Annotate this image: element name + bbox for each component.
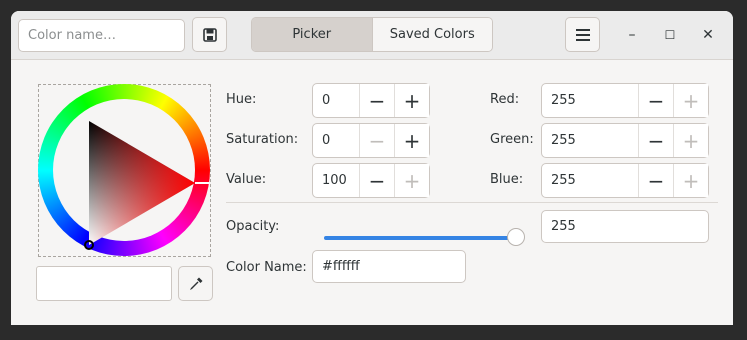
red-spinbutton[interactable]: 255 − +	[541, 83, 709, 118]
value-label: Value:	[226, 172, 267, 187]
color-name-search-input[interactable]: Color name…	[18, 19, 185, 52]
green-value[interactable]: 255	[542, 124, 638, 157]
eyedropper-button[interactable]	[178, 266, 213, 301]
red-value[interactable]: 255	[542, 84, 638, 117]
blue-label: Blue:	[490, 172, 524, 187]
close-icon: ✕	[702, 27, 714, 43]
green-label: Green:	[490, 132, 534, 147]
close-button[interactable]: ✕	[698, 25, 718, 45]
opacity-slider-track[interactable]	[324, 236, 519, 240]
hamburger-menu-icon	[575, 28, 590, 41]
header-bar: Color name… Picker Saved Colors – ☐ ✕	[11, 11, 733, 60]
minimize-button[interactable]: –	[622, 25, 642, 45]
saturation-decrement-button[interactable]: −	[359, 124, 394, 157]
value-increment-button[interactable]: +	[394, 164, 429, 197]
maximize-button[interactable]: ☐	[660, 25, 680, 45]
saturation-label: Saturation:	[226, 132, 299, 147]
hue-label: Hue:	[226, 92, 257, 107]
color-picker-window: Color name… Picker Saved Colors – ☐ ✕ Hu…	[11, 11, 733, 325]
value-spinbutton[interactable]: 100 − +	[312, 163, 430, 198]
blue-value[interactable]: 255	[542, 164, 638, 197]
tab-saved-colors[interactable]: Saved Colors	[372, 18, 492, 51]
eyedropper-icon	[189, 277, 202, 290]
tab-picker[interactable]: Picker	[252, 18, 373, 51]
green-spinbutton[interactable]: 255 − +	[541, 123, 709, 158]
red-label: Red:	[490, 92, 520, 107]
save-button[interactable]	[192, 17, 227, 52]
color-wheel[interactable]	[37, 83, 212, 258]
color-name-field[interactable]: #ffffff	[312, 250, 466, 283]
saturation-increment-button[interactable]: +	[394, 124, 429, 157]
main-menu-button[interactable]	[565, 17, 600, 52]
blue-spinbutton[interactable]: 255 − +	[541, 163, 709, 198]
hue-spinbutton[interactable]: 0 − +	[312, 83, 430, 118]
save-icon	[202, 27, 217, 42]
hue-decrement-button[interactable]: −	[359, 84, 394, 117]
hue-increment-button[interactable]: +	[394, 84, 429, 117]
minimize-icon: –	[628, 27, 636, 43]
opacity-value-field[interactable]: 255	[541, 210, 709, 243]
maximize-icon: ☐	[664, 28, 676, 42]
green-increment-button[interactable]: +	[673, 124, 708, 157]
value-value[interactable]: 100	[313, 164, 359, 197]
value-decrement-button[interactable]: −	[359, 164, 394, 197]
color-name-label: Color Name:	[226, 260, 307, 275]
opacity-label: Opacity:	[226, 219, 280, 234]
opacity-slider-handle[interactable]	[507, 228, 525, 246]
red-increment-button[interactable]: +	[673, 84, 708, 117]
blue-decrement-button[interactable]: −	[638, 164, 673, 197]
hue-value[interactable]: 0	[313, 84, 359, 117]
color-preview-swatch	[36, 266, 172, 301]
blue-increment-button[interactable]: +	[673, 164, 708, 197]
saturation-spinbutton[interactable]: 0 − +	[312, 123, 430, 158]
separator	[226, 202, 718, 203]
saturation-value[interactable]: 0	[313, 124, 359, 157]
red-decrement-button[interactable]: −	[638, 84, 673, 117]
green-decrement-button[interactable]: −	[638, 124, 673, 157]
view-switcher: Picker Saved Colors	[251, 17, 493, 52]
